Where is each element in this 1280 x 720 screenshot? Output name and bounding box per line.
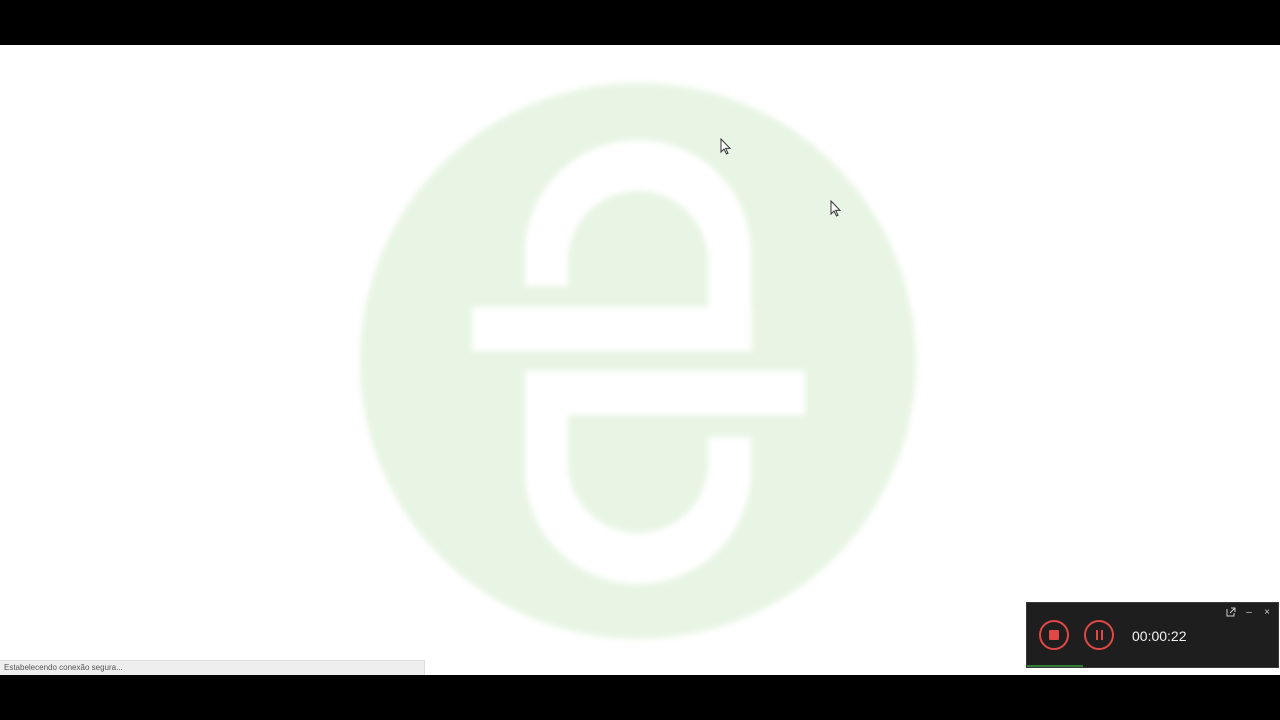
recording-timer: 00:00:22 (1132, 628, 1187, 644)
loading-logo-icon (360, 83, 916, 639)
pause-recording-button[interactable] (1084, 620, 1114, 650)
browser-status-bar: Estabelecendo conexão segura... (0, 660, 425, 675)
recorder-window-controls: – × (1226, 607, 1272, 619)
mouse-cursor-icon (720, 138, 732, 155)
minimize-icon[interactable]: – (1244, 607, 1254, 619)
screen-recorder-panel: – × 00:00:22 (1026, 602, 1279, 668)
letterbox-top (0, 0, 1280, 45)
logo-glyph-bar-top (472, 307, 752, 351)
letterbox-bottom (0, 675, 1280, 720)
status-text: Estabelecendo conexão segura... (4, 663, 123, 672)
close-icon[interactable]: × (1262, 607, 1272, 619)
stop-recording-button[interactable] (1039, 620, 1069, 650)
popout-icon[interactable] (1226, 607, 1236, 619)
pause-icon (1095, 630, 1103, 640)
browser-viewport: Estabelecendo conexão segura... (0, 45, 1280, 675)
mouse-cursor-icon (830, 200, 842, 217)
recorder-progress-indicator (1027, 665, 1083, 667)
stop-icon (1049, 630, 1059, 640)
